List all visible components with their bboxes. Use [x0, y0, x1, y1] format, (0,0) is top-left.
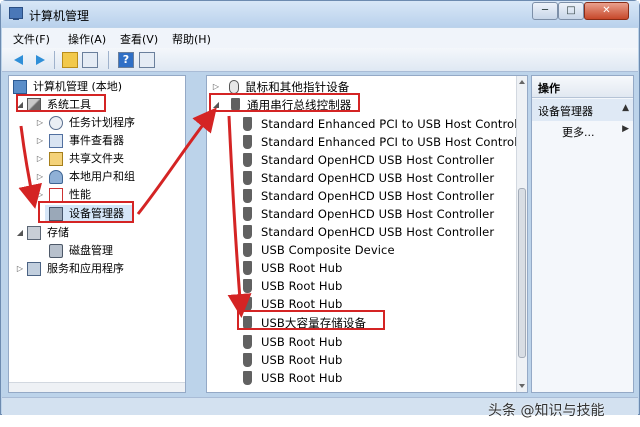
scroll-down-arrow-icon[interactable]: [519, 384, 525, 388]
tree-item-label: 任务计划程序: [69, 116, 135, 129]
shared-folder-icon: [49, 152, 63, 166]
forward-arrow-icon[interactable]: [31, 52, 47, 68]
device-item-label: Standard OpenHCD USB Host Controller: [261, 171, 495, 185]
device-item-label: Standard OpenHCD USB Host Controller: [261, 207, 495, 221]
annotation-box-system-tools: [16, 94, 106, 112]
usb-icon: [243, 243, 252, 257]
maximize-button[interactable]: □: [558, 2, 584, 20]
toolbar-separator: [108, 51, 109, 69]
device-item-label: USB Root Hub: [261, 335, 343, 349]
computer-management-icon: [9, 7, 23, 20]
close-button[interactable]: ✕: [584, 2, 629, 20]
device-item-label: USB Root Hub: [261, 261, 343, 275]
users-icon: [49, 170, 63, 184]
clock-icon: [49, 116, 63, 130]
usb-icon: [243, 189, 252, 203]
services-icon: [27, 262, 41, 276]
minimize-button[interactable]: ─: [532, 2, 558, 20]
menu-view[interactable]: 查看(V): [120, 31, 158, 47]
usb-icon: [243, 117, 252, 131]
usb-icon: [243, 279, 252, 293]
submenu-arrow-icon: ▶: [622, 124, 629, 134]
tree-item-label: 本地用户和组: [69, 170, 135, 183]
expanded-arrow-icon[interactable]: ◢: [15, 224, 25, 242]
usb-icon: [243, 153, 252, 167]
collapsed-arrow-icon[interactable]: ▷: [35, 168, 45, 186]
annotation-box-device-manager: [38, 201, 134, 223]
device-item-label: USB Root Hub: [261, 279, 343, 293]
actions-pane: 操作 设备管理器 ▲ 更多... ▶: [531, 75, 634, 393]
tree-item-label: 磁盘管理: [69, 244, 113, 257]
performance-icon: [49, 188, 63, 202]
watermark-text: 头条 @知识与技能: [488, 403, 605, 419]
scroll-up-arrow-icon[interactable]: [519, 80, 525, 84]
device-item-label: Standard OpenHCD USB Host Controller: [261, 189, 495, 203]
actions-header: 操作: [532, 76, 633, 98]
device-list: ▷ 鼠标和其他指针设备 ◢ 通用串行总线控制器 Standard Enhance…: [206, 75, 528, 393]
event-log-icon: [49, 134, 63, 148]
collapsed-arrow-icon[interactable]: ▷: [35, 114, 45, 132]
usb-icon: [243, 335, 252, 349]
device-item-label: Standard OpenHCD USB Host Controller: [261, 225, 495, 239]
show-hide-tree-icon[interactable]: [82, 52, 98, 68]
collapse-arrow-icon[interactable]: ▲: [622, 103, 629, 113]
computer-icon: [13, 80, 27, 94]
disk-icon: [49, 244, 63, 258]
tree-item-label: 存储: [47, 226, 69, 239]
menu-help[interactable]: 帮助(H): [172, 31, 211, 47]
toolbar: ?: [2, 48, 638, 72]
help-icon[interactable]: ?: [118, 52, 134, 68]
scroll-thumb[interactable]: [518, 188, 526, 358]
menu-action[interactable]: 操作(A): [68, 31, 106, 47]
device-item-label: USB Root Hub: [261, 353, 343, 367]
usb-icon: [243, 207, 252, 221]
up-folder-icon[interactable]: [62, 52, 78, 68]
usb-icon: [243, 353, 252, 367]
usb-icon: [243, 371, 252, 385]
collapsed-arrow-icon[interactable]: ▷: [15, 260, 25, 278]
actions-selected-label: 设备管理器: [538, 105, 593, 118]
usb-icon: [243, 297, 252, 311]
device-item-label: Standard OpenHCD USB Host Controller: [261, 153, 495, 167]
tree-item-label: 事件查看器: [69, 134, 124, 147]
actions-device-manager[interactable]: 设备管理器 ▲: [532, 99, 633, 121]
show-action-pane-icon[interactable]: [139, 52, 155, 68]
menu-bar: 文件(F) 操作(A) 查看(V) 帮助(H): [2, 28, 638, 48]
collapsed-arrow-icon[interactable]: ▷: [35, 132, 45, 150]
horizontal-scrollbar[interactable]: [9, 382, 185, 392]
mouse-icon: [229, 80, 239, 94]
tree-item-label: 服务和应用程序: [47, 262, 124, 275]
usb-icon: [243, 171, 252, 185]
device-item-label: Standard Enhanced PCI to USB Host Contro…: [261, 117, 528, 131]
device-item-label: Standard Enhanced PCI to USB Host Contro…: [261, 135, 528, 149]
toolbar-separator: [54, 51, 55, 69]
storage-icon: [27, 226, 41, 240]
device-item-label: USB Composite Device: [261, 243, 395, 257]
title-bar: 计算机管理 ─ □ ✕: [1, 1, 639, 27]
tree-item-label: 共享文件夹: [69, 152, 124, 165]
device-item-label: USB Root Hub: [261, 371, 343, 385]
usb-icon: [243, 261, 252, 275]
more-actions-link[interactable]: 更多...: [562, 124, 595, 140]
collapsed-arrow-icon[interactable]: ▷: [35, 150, 45, 168]
back-arrow-icon[interactable]: [12, 52, 28, 68]
annotation-box-usb-controllers: [209, 93, 360, 112]
usb-icon: [243, 135, 252, 149]
annotation-box-usb-storage: [237, 310, 385, 330]
vertical-scrollbar[interactable]: [516, 76, 527, 392]
menu-file[interactable]: 文件(F): [13, 31, 50, 47]
usb-icon: [243, 225, 252, 239]
window-title: 计算机管理: [29, 9, 90, 23]
console-tree: 计算机管理 (本地) ◢ 系统工具 ▷ 任务计划程序 ▷ 事件查看器 ▷ 共享文…: [8, 75, 186, 393]
